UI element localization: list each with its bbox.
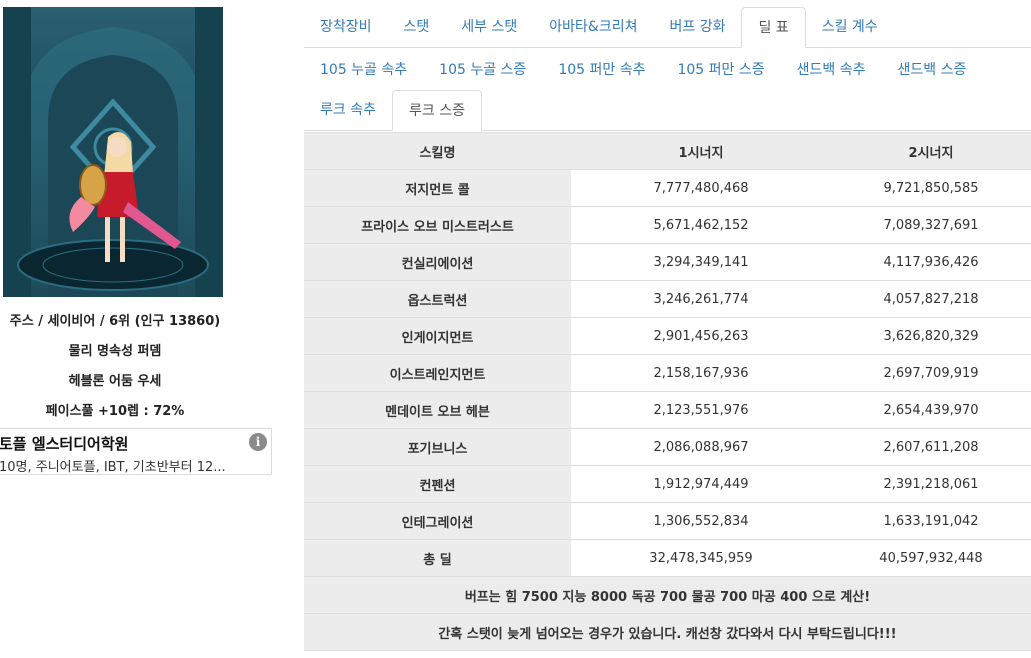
warning-note: 간혹 스탯이 늦게 넘어오는 경우가 있습니다. 캐선창 갔다와서 다시 부탁드… bbox=[304, 613, 1031, 651]
damage-2-synergy: 2,654,439,970 bbox=[831, 391, 1031, 429]
tab-equipment[interactable]: 장착장비 bbox=[304, 7, 388, 47]
tab-avatar-creature[interactable]: 아바타&크리쳐 bbox=[533, 7, 653, 47]
damage-2-synergy: 3,626,820,329 bbox=[831, 317, 1031, 355]
damage-1-synergy: 5,671,462,152 bbox=[571, 206, 831, 244]
damage-2-synergy: 7,089,327,691 bbox=[831, 206, 1031, 244]
damage-2-synergy: 4,057,827,218 bbox=[831, 280, 1031, 318]
warning-note-row: 간혹 스탯이 늦게 넘어오는 경우가 있습니다. 캐선창 갔다와서 다시 부탁드… bbox=[304, 613, 1031, 651]
table-row: 인테그레이션 1,306,552,834 1,633,191,042 bbox=[304, 502, 1031, 540]
info-icon[interactable]: i bbox=[249, 433, 267, 451]
skill-name: 옵스트럭션 bbox=[304, 280, 571, 318]
tab-sandbag-element[interactable]: 샌드백 속추 bbox=[781, 50, 882, 90]
table-row: 컨펜션 1,912,974,449 2,391,218,061 bbox=[304, 465, 1031, 503]
table-row: 인게이지먼트 2,901,456,263 3,626,820,329 bbox=[304, 317, 1031, 355]
damage-1-synergy: 1,306,552,834 bbox=[571, 502, 831, 540]
damage-table: 스킬명 1시너지 2시너지 저지먼트 콜 7,777,480,468 9,721… bbox=[304, 132, 1031, 651]
total-label: 총 딜 bbox=[304, 539, 571, 577]
skill-name: 이스트레인지먼트 bbox=[304, 354, 571, 392]
skill-name: 포기브니스 bbox=[304, 428, 571, 466]
table-row: 이스트레인지먼트 2,158,167,936 2,697,709,919 bbox=[304, 354, 1031, 392]
header-2-synergy: 2시너지 bbox=[831, 132, 1031, 170]
tab-105-perman-element[interactable]: 105 퍼만 속추 bbox=[542, 50, 661, 90]
damage-1-synergy: 2,901,456,263 bbox=[571, 317, 831, 355]
damage-2-synergy: 4,117,936,426 bbox=[831, 243, 1031, 281]
character-summary: 주스 / 세이비어 / 6위 (인구 13860) bbox=[9, 314, 221, 329]
tab-105-nugol-element[interactable]: 105 누골 속추 bbox=[304, 50, 423, 90]
damage-1-synergy: 3,294,349,141 bbox=[571, 243, 831, 281]
ad-description: 10명, 주니어토플, IBT, 기초반부터 12... bbox=[0, 460, 226, 475]
damage-type: 물리 명속성 퍼뎀 bbox=[68, 344, 162, 359]
table-row: 포기브니스 2,086,088,967 2,607,611,208 bbox=[304, 428, 1031, 466]
header-1-synergy: 1시너지 bbox=[571, 132, 831, 170]
rook-tabs: 루크 속추 루크 스증 bbox=[304, 90, 1031, 131]
damage-1-synergy: 3,246,261,774 bbox=[571, 280, 831, 318]
ad-title: 토플 엘스터디어학원 bbox=[0, 435, 129, 453]
damage-1-synergy: 7,777,480,468 bbox=[571, 169, 831, 207]
main-tabs: 장착장비 스탯 세부 스탯 아바타&크리쳐 버프 강화 딜 표 스킬 계수 bbox=[304, 7, 1031, 48]
tab-sandbag-skill[interactable]: 샌드백 스증 bbox=[881, 50, 982, 90]
skill-name: 컨실리에이션 bbox=[304, 243, 571, 281]
skill-name: 인게이지먼트 bbox=[304, 317, 571, 355]
skill-name: 인테그레이션 bbox=[304, 502, 571, 540]
buff-note-row: 버프는 힘 7500 지능 8000 독공 700 물공 700 마공 400 … bbox=[304, 576, 1031, 614]
skill-name: 저지먼트 콜 bbox=[304, 169, 571, 207]
ad-banner[interactable]: 토플 엘스터디어학원 10명, 주니어토플, IBT, 기초반부터 12... … bbox=[0, 428, 272, 475]
table-row: 저지먼트 콜 7,777,480,468 9,721,850,585 bbox=[304, 169, 1031, 207]
header-skill-name: 스킬명 bbox=[304, 132, 571, 170]
faithful-level: 페이스풀 +10렙 : 72% bbox=[45, 404, 185, 419]
tab-rook-skill[interactable]: 루크 스증 bbox=[391, 90, 482, 131]
skill-name: 멘데이트 오브 헤븐 bbox=[304, 391, 571, 429]
character-portrait bbox=[3, 7, 223, 297]
tab-105-perman-skill[interactable]: 105 퍼만 스증 bbox=[661, 50, 780, 90]
table-header-row: 스킬명 1시너지 2시너지 bbox=[304, 132, 1031, 170]
tab-stats[interactable]: 스탯 bbox=[388, 7, 446, 47]
damage-2-synergy: 1,633,191,042 bbox=[831, 502, 1031, 540]
dungeon-tabs: 105 누골 속추 105 누골 스증 105 퍼만 속추 105 퍼만 스증 … bbox=[304, 49, 1031, 90]
table-row: 멘데이트 오브 헤븐 2,123,551,976 2,654,439,970 bbox=[304, 391, 1031, 429]
tab-skill-coefficient[interactable]: 스킬 계수 bbox=[806, 7, 894, 47]
table-row: 옵스트럭션 3,246,261,774 4,057,827,218 bbox=[304, 280, 1031, 318]
table-row: 프라이스 오브 미스트러스트 5,671,462,152 7,089,327,6… bbox=[304, 206, 1031, 244]
tab-105-nugol-skill[interactable]: 105 누골 스증 bbox=[423, 50, 542, 90]
dungeon-advantage: 헤블론 어둠 우세 bbox=[68, 374, 162, 389]
damage-1-synergy: 2,086,088,967 bbox=[571, 428, 831, 466]
total-1-synergy: 32,478,345,959 bbox=[571, 539, 831, 577]
tab-rook-element[interactable]: 루크 속추 bbox=[304, 90, 392, 130]
damage-2-synergy: 2,391,218,061 bbox=[831, 465, 1031, 503]
total-2-synergy: 40,597,932,448 bbox=[831, 539, 1031, 577]
damage-1-synergy: 1,912,974,449 bbox=[571, 465, 831, 503]
skill-name: 컨펜션 bbox=[304, 465, 571, 503]
damage-1-synergy: 2,123,551,976 bbox=[571, 391, 831, 429]
tab-damage-table[interactable]: 딜 표 bbox=[741, 7, 806, 48]
damage-2-synergy: 2,697,709,919 bbox=[831, 354, 1031, 392]
tab-detailed-stats[interactable]: 세부 스탯 bbox=[445, 7, 533, 47]
character-illustration bbox=[3, 7, 223, 297]
table-row: 컨실리에이션 3,294,349,141 4,117,936,426 bbox=[304, 243, 1031, 281]
damage-1-synergy: 2,158,167,936 bbox=[571, 354, 831, 392]
damage-2-synergy: 2,607,611,208 bbox=[831, 428, 1031, 466]
skill-name: 프라이스 오브 미스트러스트 bbox=[304, 206, 571, 244]
damage-2-synergy: 9,721,850,585 bbox=[831, 169, 1031, 207]
buff-note: 버프는 힘 7500 지능 8000 독공 700 물공 700 마공 400 … bbox=[304, 576, 1031, 614]
tab-buff-enhance[interactable]: 버프 강화 bbox=[653, 7, 741, 47]
total-row: 총 딜 32,478,345,959 40,597,932,448 bbox=[304, 539, 1031, 577]
